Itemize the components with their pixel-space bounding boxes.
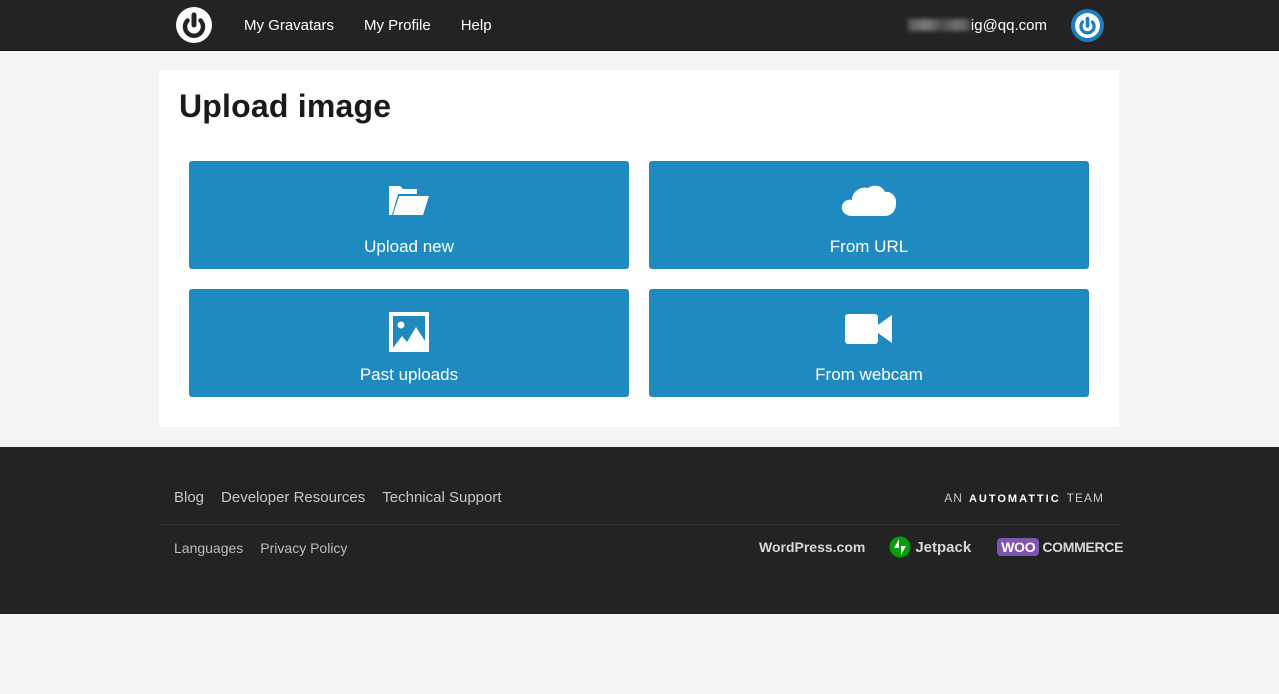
footer-brand-links: WordPress.com Jetpack WOO COMMERCE <box>759 535 1123 559</box>
email-redacted-part <box>907 19 970 31</box>
team-prefix: AN <box>944 491 963 505</box>
nav-my-gravatars[interactable]: My Gravatars <box>244 17 334 34</box>
nav-my-profile[interactable]: My Profile <box>364 17 431 34</box>
past-uploads-label: Past uploads <box>359 365 459 384</box>
wordpress-link[interactable]: WordPress.com <box>759 539 865 555</box>
top-navigation-bar: My Gravatars My Profile Help ig@qq.com <box>0 0 1279 51</box>
from-url-button[interactable]: From URL <box>649 161 1089 269</box>
account-email-text: ig@qq.com <box>970 17 1047 34</box>
jetpack-label: Jetpack <box>915 538 972 556</box>
team-suffix: TEAM <box>1066 491 1104 505</box>
account-email[interactable]: ig@qq.com <box>907 17 1047 34</box>
main-nav: My Gravatars My Profile Help <box>244 0 522 51</box>
page-title: Upload image <box>179 88 392 124</box>
user-avatar-icon[interactable] <box>1071 9 1104 42</box>
upload-new-button[interactable]: Upload new <box>189 161 629 269</box>
past-uploads-button[interactable]: Past uploads <box>189 289 629 397</box>
automattic-team-credit[interactable]: AN AUTOMATTIC TEAM <box>944 491 1104 505</box>
footer-divider <box>159 524 1119 525</box>
footer-link-technical-support[interactable]: Technical Support <box>382 489 501 506</box>
jetpack-link[interactable]: Jetpack <box>889 536 971 558</box>
from-webcam-button[interactable]: From webcam <box>649 289 1089 397</box>
image-icon <box>389 312 429 352</box>
cloud-icon <box>841 185 897 216</box>
footer-link-developer-resources[interactable]: Developer Resources <box>221 489 365 506</box>
gravatar-logo-icon[interactable] <box>175 6 213 44</box>
jetpack-logo-icon <box>889 536 911 558</box>
footer-link-blog[interactable]: Blog <box>174 489 204 506</box>
folder-open-icon <box>389 186 429 215</box>
from-url-label: From URL <box>829 237 909 256</box>
footer-secondary-links: Languages Privacy Policy <box>174 540 364 556</box>
footer-primary-links: Blog Developer Resources Technical Suppo… <box>174 489 519 506</box>
automattic-wordmark: AUTOMATTIC <box>968 493 1061 505</box>
video-camera-icon <box>845 314 892 344</box>
site-footer: Blog Developer Resources Technical Suppo… <box>0 447 1279 614</box>
upload-new-label: Upload new <box>364 237 454 256</box>
account-info[interactable]: ig@qq.com <box>907 0 1047 51</box>
footer-link-languages[interactable]: Languages <box>174 540 243 556</box>
commerce-label: COMMERCE <box>1042 539 1124 555</box>
upload-image-panel: Upload image Upload new From URL Past up… <box>159 70 1119 427</box>
woo-badge: WOO <box>997 538 1040 556</box>
footer-link-privacy-policy[interactable]: Privacy Policy <box>260 540 347 556</box>
from-webcam-label: From webcam <box>815 365 923 384</box>
woocommerce-link[interactable]: WOO COMMERCE <box>997 538 1123 556</box>
nav-help[interactable]: Help <box>461 17 492 34</box>
